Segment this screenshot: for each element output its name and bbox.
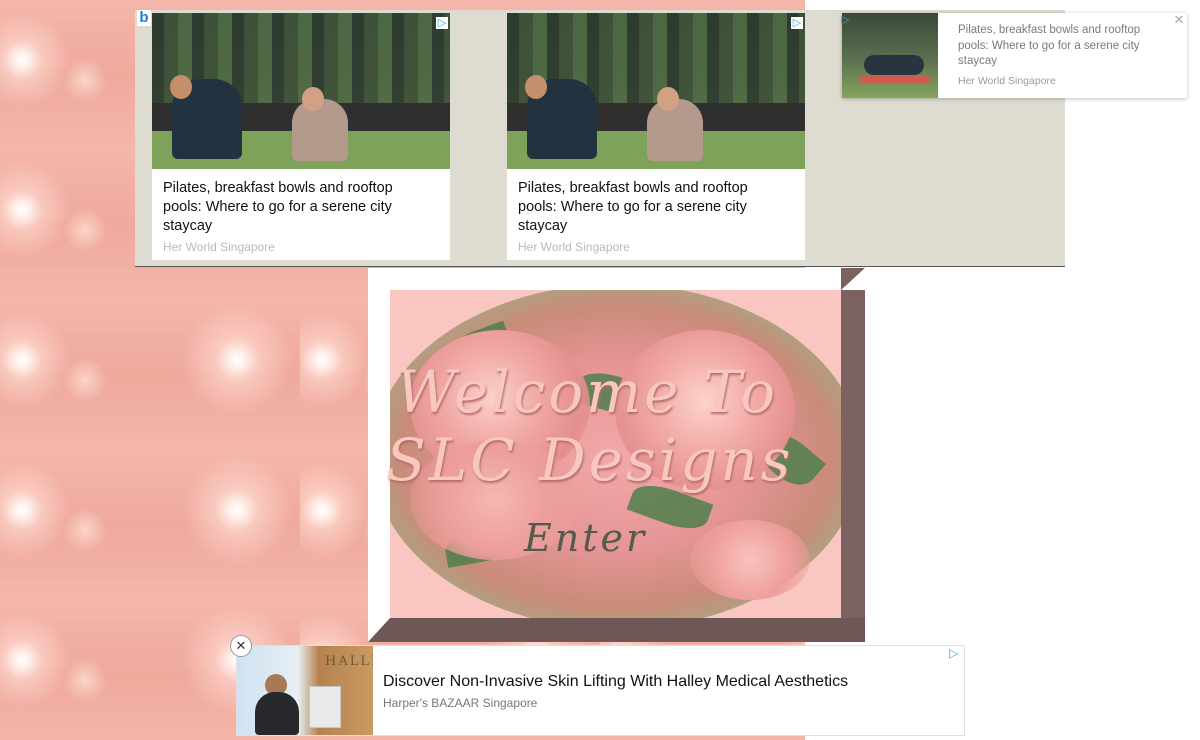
close-icon[interactable]: ✕	[1173, 13, 1185, 27]
ad-logo-icon[interactable]: b	[137, 10, 151, 26]
adchoices-icon[interactable]: ▷	[791, 17, 803, 29]
ad-title[interactable]: Discover Non-Invasive Skin Lifting With …	[383, 673, 848, 691]
adchoices-icon[interactable]: ▷	[841, 14, 853, 26]
ad-source: Harper's BAZAAR Singapore	[383, 696, 538, 710]
welcome-heading: Welcome To	[396, 358, 779, 426]
welcome-enter-image[interactable]: Welcome To SLC Designs Enter	[368, 268, 865, 642]
ad-thumbnail[interactable]	[842, 13, 938, 98]
ad-title[interactable]: Pilates, breakfast bowls and rooftop poo…	[958, 23, 1158, 70]
close-ad-icon[interactable]: ✕	[230, 635, 252, 657]
ad-source: Her World Singapore	[518, 240, 630, 254]
adchoices-icon[interactable]: ▷	[436, 17, 448, 29]
adchoices-icon[interactable]: ▷	[949, 646, 961, 660]
enter-link[interactable]: Enter	[524, 516, 647, 560]
ad-title[interactable]: Pilates, breakfast bowls and rooftop poo…	[518, 179, 788, 236]
site-name-heading: SLC Designs	[386, 426, 794, 494]
ad-source: Her World Singapore	[958, 75, 1056, 87]
ad-thumbnail[interactable]: HALLEY	[237, 646, 373, 735]
ad-title[interactable]: Pilates, breakfast bowls and rooftop poo…	[163, 179, 433, 236]
ad-brand-logo: HALLEY	[325, 654, 373, 669]
side-ad-card[interactable]: ▷ Pilates, breakfast bowls and rooftop p…	[841, 13, 1187, 98]
ad-image[interactable]	[152, 13, 450, 169]
ad-card-1[interactable]: ▷ Pilates, breakfast bowls and rooftop p…	[152, 13, 450, 260]
bottom-ad-banner[interactable]: HALLEY Discover Non-Invasive Skin Liftin…	[236, 645, 965, 736]
ad-source: Her World Singapore	[163, 240, 275, 254]
ad-card-2[interactable]: ▷ Pilates, breakfast bowls and rooftop p…	[507, 13, 805, 260]
ad-image[interactable]	[507, 13, 805, 169]
